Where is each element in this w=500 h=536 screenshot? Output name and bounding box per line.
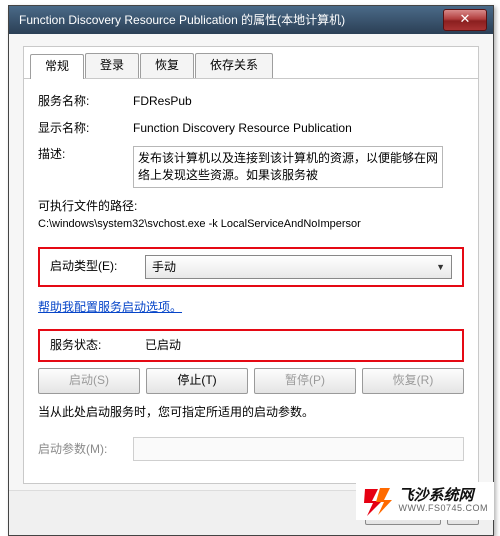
highlight-service-status: 服务状态: 已启动 <box>38 329 464 362</box>
value-exe-path: C:\windows\system32\svchost.exe -k Local… <box>38 217 464 232</box>
value-display-name: Function Discovery Resource Publication <box>133 120 464 137</box>
value-service-name: FDResPub <box>133 93 464 110</box>
tab-general[interactable]: 常规 <box>30 54 84 79</box>
stop-button[interactable]: 停止(T) <box>146 368 248 394</box>
row-service-name: 服务名称: FDResPub <box>38 93 464 110</box>
pause-button[interactable]: 暂停(P) <box>254 368 356 394</box>
startup-type-dropdown[interactable]: 手动 ▼ <box>145 255 452 279</box>
title-bar[interactable]: Function Discovery Resource Publication … <box>9 6 493 34</box>
label-start-params: 启动参数(M): <box>38 441 133 458</box>
watermark-logo-icon <box>362 486 392 516</box>
row-description: 描述: <box>38 146 464 188</box>
row-start-params: 启动参数(M): <box>38 437 464 461</box>
chevron-down-icon: ▼ <box>436 257 445 277</box>
tab-logon[interactable]: 登录 <box>85 53 139 78</box>
start-button[interactable]: 启动(S) <box>38 368 140 394</box>
value-service-status: 已启动 <box>145 337 452 354</box>
watermark-en: WWW.FS0745.COM <box>398 504 488 514</box>
watermark-text: 飞沙系统网 WWW.FS0745.COM <box>398 488 488 514</box>
highlight-startup-type: 启动类型(E): 手动 ▼ <box>38 247 464 287</box>
start-params-hint: 当从此处启动服务时，您可指定所适用的启动参数。 <box>38 404 464 421</box>
row-startup-type: 启动类型(E): 手动 ▼ <box>50 255 452 279</box>
tab-strip: 常规 登录 恢复 依存关系 <box>24 47 478 79</box>
label-description: 描述: <box>38 146 133 188</box>
tab-body: 服务名称: FDResPub 显示名称: Function Discovery … <box>24 79 478 483</box>
label-service-status: 服务状态: <box>50 337 145 354</box>
close-button[interactable]: ✕ <box>443 9 487 31</box>
tab-recovery[interactable]: 恢复 <box>140 53 194 78</box>
watermark-cn: 飞沙系统网 <box>398 488 488 505</box>
site-watermark: 飞沙系统网 WWW.FS0745.COM <box>356 482 494 520</box>
tab-dependencies[interactable]: 依存关系 <box>195 53 273 78</box>
label-exe-path: 可执行文件的路径: <box>38 198 464 215</box>
start-params-input[interactable] <box>133 437 464 461</box>
properties-dialog: Function Discovery Resource Publication … <box>8 5 494 536</box>
startup-type-value: 手动 <box>152 257 176 277</box>
help-link[interactable]: 帮助我配置服务启动选项。 <box>38 299 182 316</box>
content-frame: 常规 登录 恢复 依存关系 服务名称: FDResPub 显示名称: Funct… <box>23 46 479 484</box>
row-display-name: 显示名称: Function Discovery Resource Public… <box>38 120 464 137</box>
description-textbox[interactable] <box>133 146 443 188</box>
label-service-name: 服务名称: <box>38 93 133 110</box>
label-startup-type: 启动类型(E): <box>50 258 145 275</box>
row-service-status: 服务状态: 已启动 <box>50 337 452 354</box>
client-area: 常规 登录 恢复 依存关系 服务名称: FDResPub 显示名称: Funct… <box>9 34 493 490</box>
window-title: Function Discovery Resource Publication … <box>19 12 345 29</box>
service-control-buttons: 启动(S) 停止(T) 暂停(P) 恢复(R) <box>38 368 464 394</box>
resume-button[interactable]: 恢复(R) <box>362 368 464 394</box>
label-display-name: 显示名称: <box>38 120 133 137</box>
